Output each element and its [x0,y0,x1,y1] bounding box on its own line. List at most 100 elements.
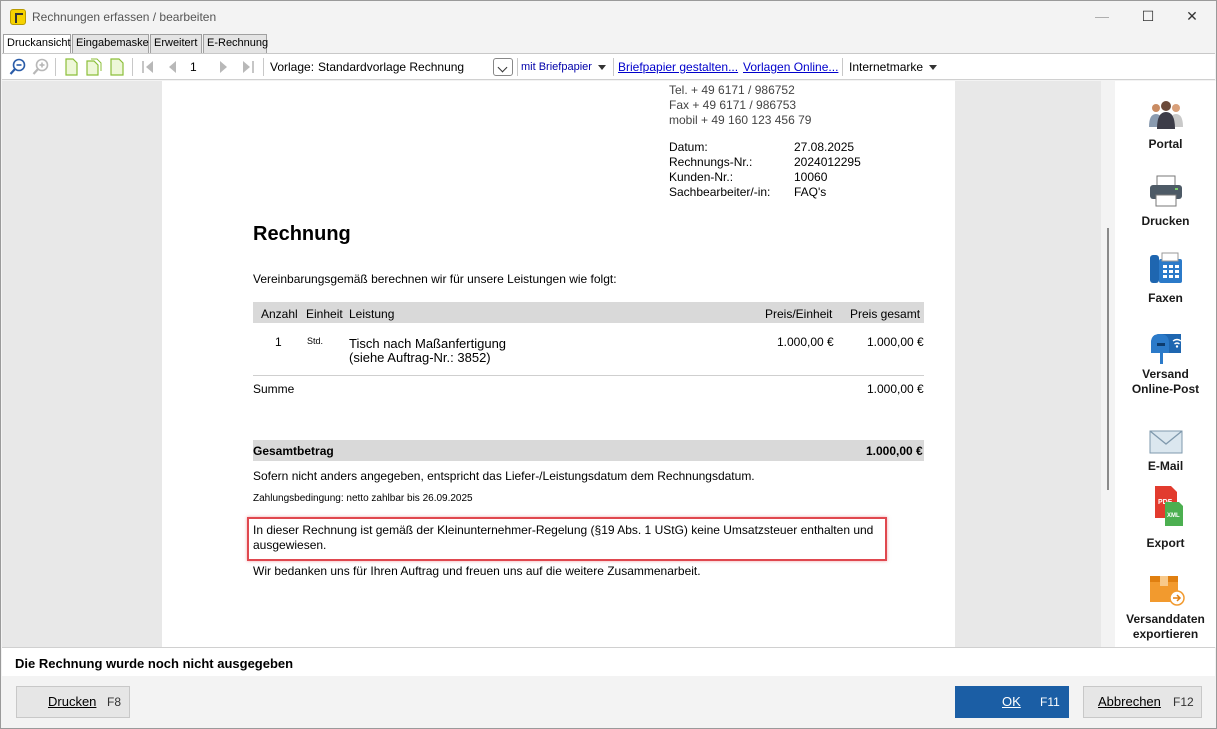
template-label: Vorlage: [270,60,315,74]
action-panel: Portal Drucken Faxen Versand Online-Post… [1115,81,1216,647]
meta-label: Sachbearbeiter/-in: [669,185,771,199]
row-einheit: Std. [307,336,324,346]
contact-fax: Fax + 49 6171 / 986753 [669,98,797,112]
gesamt-value: 1.000,00 € [866,444,923,458]
email-button[interactable]: E-Mail [1115,427,1216,479]
meta-label: Datum: [669,140,708,154]
fax-label: Faxen [1148,291,1183,305]
letterhead-dropdown[interactable]: mit Briefpapier [521,54,606,80]
template-dropdown-button[interactable] [493,58,513,76]
tab-erweitert[interactable]: Erweitert [150,34,202,53]
contact-mobil: mobil + 49 160 123 456 79 [669,113,812,127]
row-leistung-line2: (siehe Auftrag-Nr.: 3852) [349,350,491,365]
page-number-field[interactable]: 1 [186,57,210,77]
header-anzahl: Anzahl [261,307,298,321]
chevron-down-icon [929,65,938,71]
people-icon [1149,101,1183,129]
fax-icon [1150,252,1182,283]
invoice-window: Rechnungen erfassen / bearbeiten — ☐ ✕ D… [0,0,1217,729]
tab-druckansicht[interactable]: Druckansicht [3,34,71,54]
row-preis-gesamt: 1.000,00 € [867,335,924,349]
single-page-icon[interactable] [62,58,80,76]
shipping-data-export-button[interactable]: Versanddaten exportieren [1115,572,1216,644]
cancel-button-label: Abbrechen [1098,694,1161,709]
last-page-icon[interactable] [239,58,257,76]
header-leistung: Leistung [349,307,395,321]
zoom-in-icon[interactable] [32,58,50,76]
table-divider [253,375,924,376]
summe-label: Summe [253,382,295,396]
export-button[interactable]: PDF XML Export [1115,484,1216,556]
window-title: Rechnungen erfassen / bearbeiten [32,10,217,24]
zoom-out-icon[interactable] [9,58,27,76]
row-preis-einheit: 1.000,00 € [777,335,834,349]
close-icon[interactable]: ✕ [1169,1,1215,32]
footer-bar: Drucken F8 OK F11 Abbrechen F12 [2,676,1215,728]
gesamt-label: Gesamtbetrag [253,444,334,458]
first-page-icon[interactable] [139,58,157,76]
svg-text:XML: XML [1167,513,1180,519]
online-post-label-1: Versand [1142,367,1189,381]
print-button[interactable]: Drucken F8 [16,686,130,718]
print-button-label: Drucken [48,694,97,709]
printer-icon [1150,175,1182,207]
meta-value: 2024012295 [794,155,861,169]
tax-note-line2: ausgewiesen. [253,538,327,552]
header-preis-einheit: Preis/Einheit [765,307,833,321]
ok-button[interactable]: OK F11 [955,686,1069,718]
maximize-icon[interactable]: ☐ [1125,1,1171,32]
preview-toolbar: 1 Vorlage: Standardvorlage Rechnung mit … [2,53,1215,80]
portal-button[interactable]: Portal [1115,99,1216,157]
envelope-icon [1149,430,1183,454]
contact-tel: Tel. + 49 6171 / 986752 [669,83,795,97]
print-action-button[interactable]: Drucken [1115,174,1216,232]
meta-label: Rechnungs-Nr.: [669,155,753,169]
minimize-icon[interactable]: — [1079,1,1125,32]
meta-value: 10060 [794,170,828,184]
whole-page-icon[interactable] [108,58,126,76]
cancel-button[interactable]: Abbrechen F12 [1083,686,1202,718]
payment-terms: Zahlungsbedingung: netto zahlbar bis 26.… [253,493,473,504]
letterhead-label: mit Briefpapier [521,61,592,73]
meta-value: 27.08.2025 [794,140,855,154]
online-post-button[interactable]: Versand Online-Post [1115,331,1216,399]
page-width-icon[interactable] [85,58,103,76]
header-einheit: Einheit [306,307,343,321]
fax-button[interactable]: Faxen [1115,251,1216,309]
print-shortcut: F8 [107,695,122,709]
next-page-icon[interactable] [215,58,233,76]
chevron-down-icon [597,64,606,70]
online-post-label-2: Online-Post [1131,382,1200,396]
email-label: E-Mail [1147,459,1184,473]
internetmarke-dropdown[interactable]: Internetmarke [849,54,938,80]
pdf-export-icon: PDF XML [1155,486,1183,526]
summe-value: 1.000,00 € [867,382,924,396]
mailbox-icon [1151,334,1182,364]
cancel-shortcut: F12 [1173,695,1194,709]
shipping-data-label-1: Versanddaten [1126,612,1205,626]
row-leistung-line1: Tisch nach Maßanfertigung [349,336,507,351]
gesamt-row [253,440,924,461]
status-bar: Die Rechnung wurde noch nicht ausgegeben [2,647,1215,676]
vertical-scrollbar[interactable] [1107,228,1109,490]
template-select[interactable]: Standardvorlage Rechnung [318,54,464,80]
export-label: Export [1146,536,1185,550]
print-preview-area[interactable]: Tel. + 49 6171 / 986752 Fax + 49 6171 / … [2,81,1101,647]
portal-label: Portal [1148,137,1183,151]
ok-shortcut: F11 [1040,695,1060,709]
print-action-label: Drucken [1141,214,1190,228]
row-anzahl: 1 [275,335,282,349]
previous-page-icon[interactable] [163,58,181,76]
meta-label: Kunden-Nr.: [669,170,734,184]
shipping-data-label-2: exportieren [1132,627,1199,641]
delivery-note: Sofern nicht anders angegeben, entsprich… [253,469,755,483]
tab-e-rechnung[interactable]: E-Rechnung [203,34,268,53]
internetmarke-label: Internetmarke [849,60,924,74]
tab-eingabemaske[interactable]: Eingabemaske [72,34,149,53]
templates-online-link[interactable]: Vorlagen Online... [743,54,838,80]
closing-text: Wir bedanken uns für Ihren Auftrag und f… [253,564,701,578]
status-message: Die Rechnung wurde noch nicht ausgegeben [15,656,294,671]
tax-note-line1: In dieser Rechnung ist gemäß der Kleinun… [253,523,874,537]
ok-button-label: OK [1002,694,1021,709]
letterhead-design-link[interactable]: Briefpapier gestalten... [618,54,738,80]
